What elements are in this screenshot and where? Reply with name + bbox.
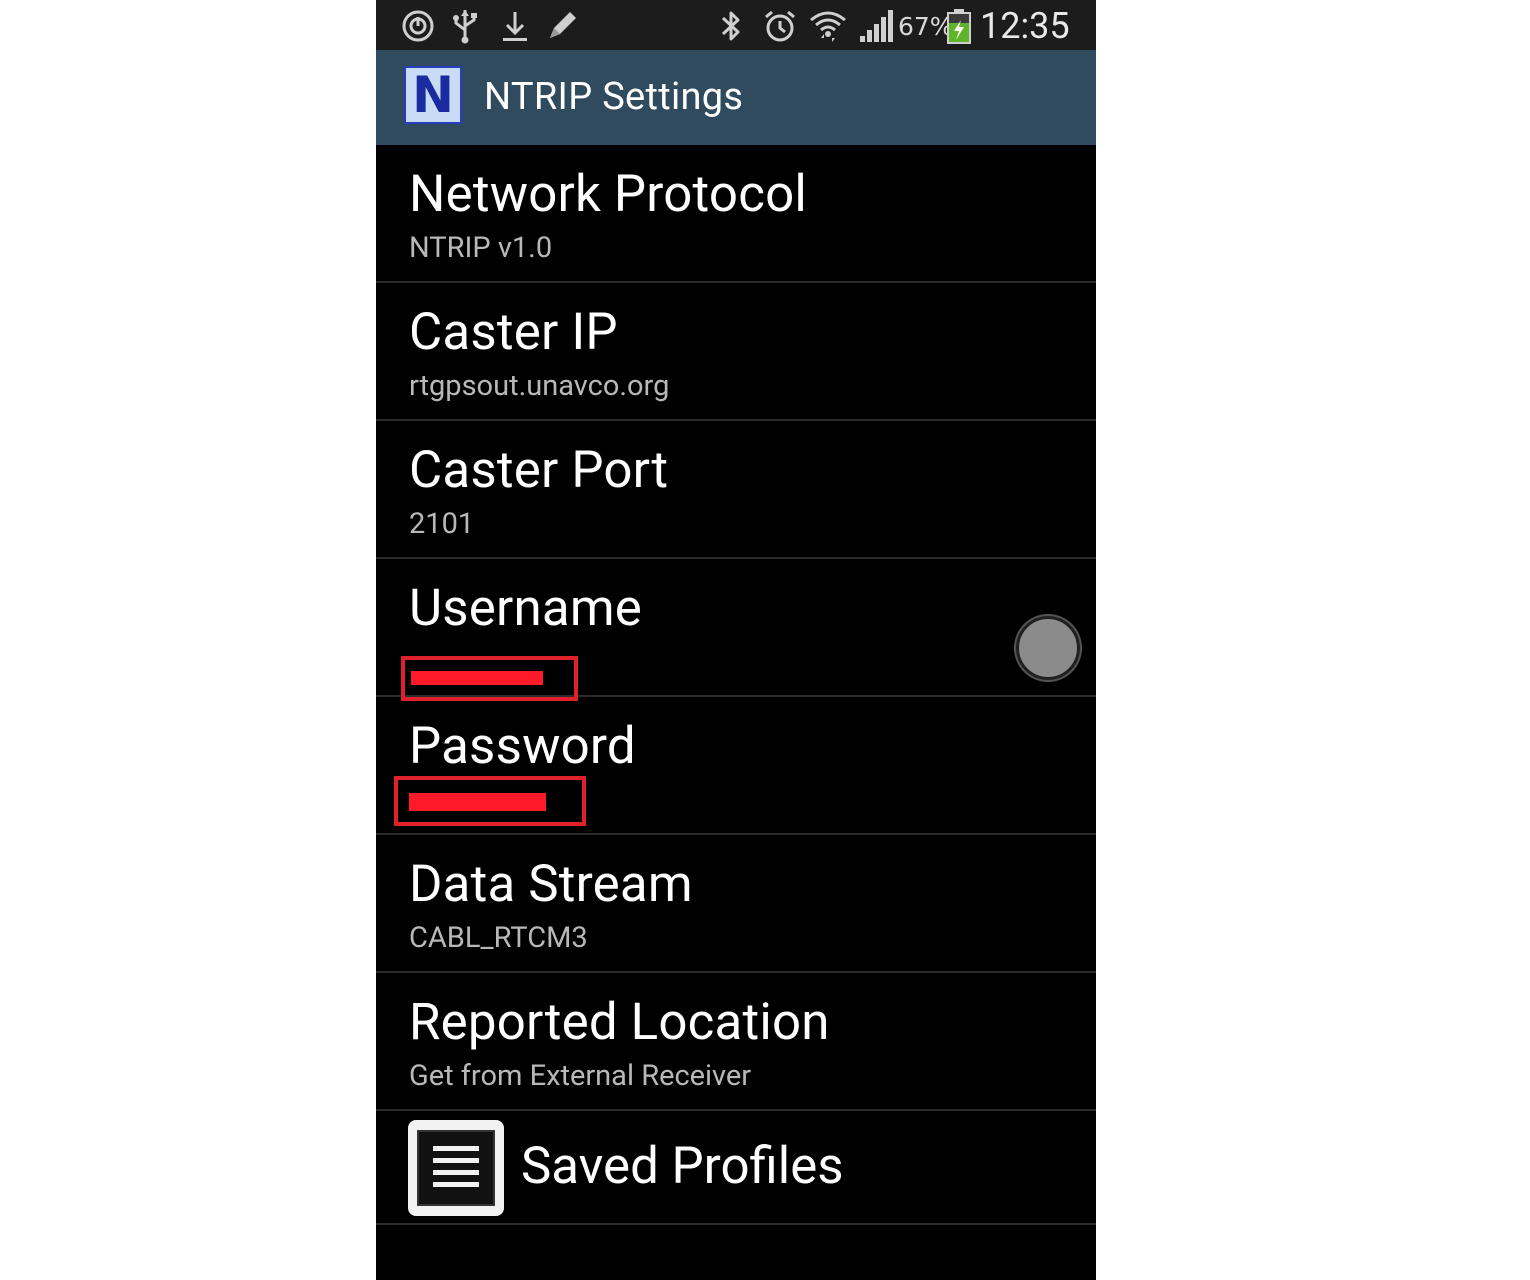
- wifi-icon: [808, 8, 848, 44]
- scroll-thumb[interactable]: [1016, 616, 1080, 680]
- pref-summary: Get from External Receiver: [409, 1059, 752, 1093]
- pref-caster-ip[interactable]: Caster IP rtgpsout.unavco.org: [376, 283, 1096, 421]
- phone-screen: 67% 12:35 N NTRIP Settings Network Proto…: [376, 0, 1096, 1280]
- page-title: NTRIP Settings: [484, 75, 744, 119]
- pref-summary: NTRIP v1.0: [409, 231, 553, 265]
- app-logo-icon: N: [404, 66, 462, 124]
- preference-list: Network Protocol NTRIP v1.0 Caster IP rt…: [376, 145, 1096, 1225]
- action-bar: N NTRIP Settings: [376, 50, 1096, 145]
- pref-network-protocol[interactable]: Network Protocol NTRIP v1.0: [376, 145, 1096, 283]
- pref-title: Caster IP: [409, 303, 618, 362]
- pref-title: Reported Location: [409, 993, 830, 1052]
- pref-title: Data Stream: [409, 855, 693, 914]
- list-icon: [408, 1120, 504, 1216]
- alarm-icon: [762, 8, 798, 44]
- saved-profiles-item[interactable]: Saved Profiles: [376, 1111, 1096, 1225]
- bluetooth-icon: [718, 8, 744, 44]
- pref-password[interactable]: Password: [376, 697, 1096, 835]
- pref-title: Network Protocol: [409, 165, 808, 224]
- edit-icon: [544, 8, 580, 44]
- redaction-bar: [411, 671, 543, 685]
- pref-caster-port[interactable]: Caster Port 2101: [376, 421, 1096, 559]
- redaction-bar: [409, 793, 546, 811]
- pref-summary: 2101: [409, 507, 475, 541]
- status-bar: 67% 12:35: [376, 0, 1096, 50]
- signal-icon: [858, 8, 894, 44]
- pref-summary: CABL_RTCM3: [409, 921, 588, 955]
- pref-summary: rtgpsout.unavco.org: [409, 369, 670, 403]
- battery-charging-icon: [946, 8, 972, 44]
- usb-icon: [450, 8, 480, 44]
- download-icon: [500, 8, 530, 44]
- pref-title: Caster Port: [409, 441, 669, 500]
- pref-title: Password: [409, 717, 636, 776]
- pref-username[interactable]: Username: [376, 559, 1096, 701]
- pref-data-stream[interactable]: Data Stream CABL_RTCM3: [376, 835, 1096, 973]
- app-logo-letter: N: [412, 66, 454, 124]
- clock: 12:35: [980, 5, 1070, 47]
- sync-icon: [400, 8, 436, 44]
- pref-reported-location[interactable]: Reported Location Get from External Rece…: [376, 973, 1096, 1111]
- saved-profiles-label: Saved Profiles: [521, 1137, 844, 1196]
- pref-title: Username: [409, 579, 642, 638]
